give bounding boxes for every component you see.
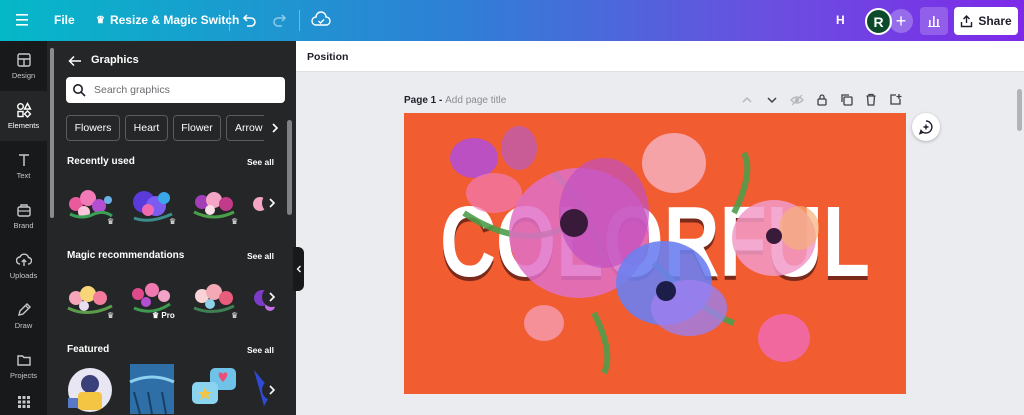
page-label: Page 1 - Add page title xyxy=(404,95,506,106)
chevron-right-icon xyxy=(272,123,279,133)
crown-icon: ♛ xyxy=(231,311,239,320)
add-comment-button[interactable] xyxy=(912,113,940,141)
rail-item-design[interactable]: Design xyxy=(0,41,47,91)
featured-graphic-1[interactable] xyxy=(64,362,116,414)
rail-label: Draw xyxy=(14,321,33,330)
featured-graphic-3[interactable] xyxy=(188,362,240,414)
search-icon xyxy=(73,84,86,97)
back-arrow-icon[interactable] xyxy=(68,54,82,72)
see-all-magic-recommendations[interactable]: See all xyxy=(247,251,274,261)
rail-item-text[interactable]: Text xyxy=(0,141,47,191)
top-bar: File ♛ Resize & Magic Switch H R + Share xyxy=(0,0,1024,41)
design-icon xyxy=(16,53,31,67)
section-title-featured: Featured xyxy=(67,344,110,355)
delete-page-icon[interactable] xyxy=(865,93,877,111)
rail-item-elements[interactable]: Elements xyxy=(0,91,47,141)
divider xyxy=(299,10,300,31)
left-rail: Design Elements Text Brand Uploads Draw … xyxy=(0,41,47,415)
text-icon xyxy=(18,154,29,166)
rail-label: Text xyxy=(16,171,31,180)
floral-artwork: COLORFUL COLORFUL xyxy=(440,126,870,375)
bar-chart-icon xyxy=(928,16,940,27)
insights-button[interactable] xyxy=(920,7,948,35)
rail-item-projects[interactable]: Projects xyxy=(0,341,47,391)
rail-label: Uploads xyxy=(9,271,38,280)
elements-icon xyxy=(16,102,32,118)
chip-flower[interactable]: Flower xyxy=(173,115,221,141)
pro-label: Pro xyxy=(161,311,175,320)
rail-label: Projects xyxy=(9,371,38,380)
chips-next-arrow[interactable] xyxy=(264,115,286,141)
recent-next-arrow[interactable] xyxy=(262,193,282,213)
uploads-icon xyxy=(15,253,32,266)
add-page-icon[interactable] xyxy=(889,93,902,111)
panel-title: Graphics xyxy=(91,54,139,66)
brand-icon xyxy=(16,204,31,217)
hamburger-menu-icon[interactable] xyxy=(14,12,32,28)
rail-item-apps[interactable] xyxy=(0,391,47,415)
hide-page-eye-icon[interactable] xyxy=(790,93,804,111)
chevron-up-icon[interactable] xyxy=(741,93,753,111)
panel-scrollbar[interactable] xyxy=(287,120,292,215)
rail-label: Design xyxy=(11,71,36,80)
design-canvas-page[interactable]: COLORFUL COLORFUL xyxy=(404,113,906,394)
rail-item-brand[interactable]: Brand xyxy=(0,191,47,241)
share-label: Share xyxy=(978,14,1012,28)
redo-icon[interactable] xyxy=(272,12,288,33)
featured-graphic-2[interactable] xyxy=(126,362,178,414)
section-title-recently-used: Recently used xyxy=(67,156,135,167)
magic-next-arrow[interactable] xyxy=(262,287,282,307)
lock-icon[interactable] xyxy=(816,93,828,111)
featured-next-arrow[interactable] xyxy=(262,380,282,400)
pro-badge: ♛ Pro xyxy=(152,311,175,320)
position-button[interactable]: Position xyxy=(307,51,348,63)
see-all-featured[interactable]: See all xyxy=(247,345,274,355)
draw-icon xyxy=(17,303,31,316)
apps-grid-icon xyxy=(17,396,30,408)
context-toolbar xyxy=(296,41,1024,72)
crown-icon: ♛ xyxy=(107,217,115,226)
cloud-saved-icon[interactable] xyxy=(311,11,331,34)
crown-icon: ♛ xyxy=(96,14,105,26)
chevron-left-icon xyxy=(296,265,301,273)
h-collaborator-label[interactable]: H xyxy=(836,13,845,27)
resize-magic-switch-button[interactable]: ♛ Resize & Magic Switch xyxy=(96,13,239,27)
rail-label: Elements xyxy=(7,121,40,130)
crown-icon: ♛ xyxy=(169,217,177,226)
canvas-scrollbar[interactable] xyxy=(1017,89,1022,131)
search-input[interactable] xyxy=(94,84,274,96)
search-graphics-box[interactable] xyxy=(66,77,285,103)
page-number-label: Page 1 - xyxy=(404,95,443,106)
chip-flowers[interactable]: Flowers xyxy=(66,115,120,141)
section-title-magic-recommendations: Magic recommendations xyxy=(67,250,185,261)
rail-item-draw[interactable]: Draw xyxy=(0,291,47,341)
chevron-right-icon xyxy=(269,292,276,302)
share-upload-icon xyxy=(961,14,973,27)
collapse-panel-handle[interactable] xyxy=(293,247,304,291)
undo-icon[interactable] xyxy=(241,12,257,33)
resize-label: Resize & Magic Switch xyxy=(109,13,240,27)
rail-label: Brand xyxy=(13,221,34,230)
crown-icon: ♛ xyxy=(231,217,239,226)
chip-heart[interactable]: Heart xyxy=(125,115,168,141)
add-page-title-input[interactable]: Add page title xyxy=(445,95,506,106)
projects-icon xyxy=(16,355,31,366)
chevron-right-icon xyxy=(269,385,276,395)
add-collaborator-button[interactable]: + xyxy=(889,9,913,33)
file-menu-button[interactable]: File xyxy=(54,13,75,27)
see-all-recently-used[interactable]: See all xyxy=(247,157,274,167)
share-button[interactable]: Share xyxy=(954,7,1018,35)
duplicate-page-icon[interactable] xyxy=(840,93,853,111)
rail-item-uploads[interactable]: Uploads xyxy=(0,241,47,291)
chevron-down-icon[interactable] xyxy=(766,93,778,111)
crown-icon: ♛ xyxy=(107,311,115,320)
avatar[interactable]: R xyxy=(865,8,892,35)
divider xyxy=(229,10,230,31)
comment-plus-icon xyxy=(918,120,933,135)
panel-left-scrollbar[interactable] xyxy=(50,48,54,218)
chevron-right-icon xyxy=(269,198,276,208)
